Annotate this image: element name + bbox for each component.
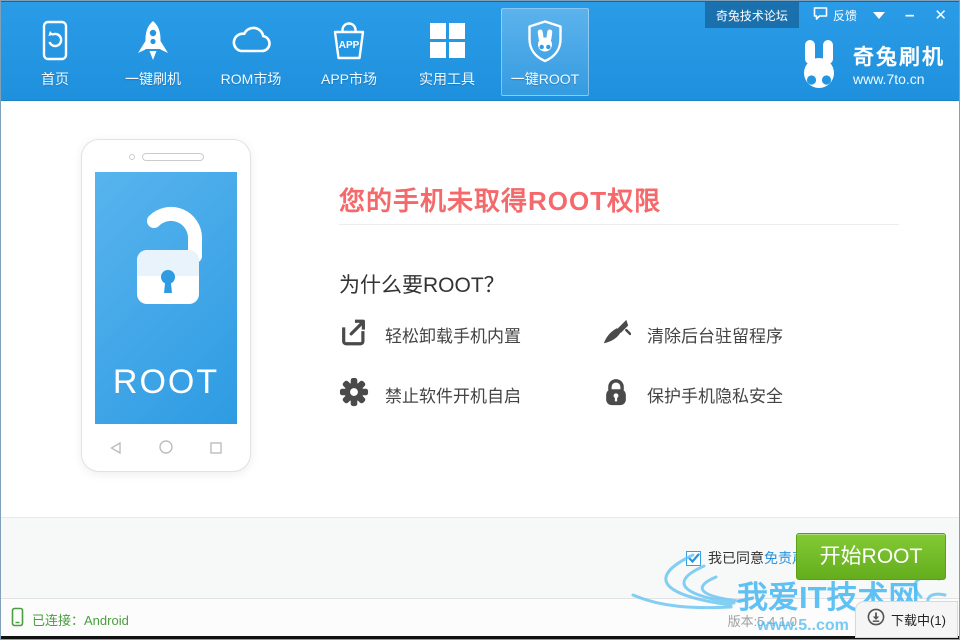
app-bag-icon: APP	[325, 17, 373, 65]
minimize-button[interactable]: –	[905, 10, 914, 20]
download-panel[interactable]: 下载中(1)	[855, 601, 958, 638]
feature-label: 禁止软件开机自启	[385, 382, 521, 407]
brand-url: www.7to.cn	[853, 71, 945, 87]
window-controls: 奇兔技术论坛 反馈 – ✕	[705, 2, 959, 28]
feature-privacy: 保护手机隐私安全	[601, 377, 919, 411]
speech-bubble-icon	[813, 7, 828, 23]
connected-phone-icon	[11, 607, 24, 632]
feature-uninstall: 轻松卸载手机内置	[339, 317, 601, 351]
close-button[interactable]: ✕	[934, 6, 947, 24]
shield-rabbit-icon	[521, 17, 569, 65]
nav-label: 实用工具	[419, 69, 475, 89]
download-icon	[867, 608, 885, 631]
app-window: 首页 一键刷机	[0, 0, 960, 640]
feature-label: 轻松卸载手机内置	[385, 322, 521, 347]
brush-icon	[601, 317, 631, 352]
nav-item-one-key-root[interactable]: 一键ROOT	[501, 8, 589, 96]
phone-screen-root-text: ROOT	[95, 363, 237, 402]
feature-clean: 清除后台驻留程序	[601, 317, 919, 351]
phone-back-icon	[110, 441, 121, 459]
nav-label: 首页	[41, 69, 69, 89]
lock-icon	[601, 377, 631, 412]
feedback-button[interactable]: 反馈	[813, 7, 857, 24]
rocket-icon	[129, 17, 177, 65]
app-bag-badge: APP	[339, 40, 360, 51]
nav-item-tools[interactable]: 实用工具	[403, 8, 491, 96]
version-label: 版本:5.4.1.0	[728, 611, 797, 630]
dropdown-caret-icon[interactable]	[873, 12, 885, 19]
feedback-label: 反馈	[833, 7, 857, 24]
nav-label: 一键ROOT	[511, 69, 579, 89]
feature-label: 清除后台驻留程序	[647, 322, 783, 347]
phone-screen: ROOT	[95, 172, 237, 424]
status-bar: 已连接：Android 版本:5.4.1.0	[1, 598, 959, 638]
tools-grid-icon	[423, 17, 471, 65]
why-root-heading: 为什么要ROOT？	[339, 269, 505, 299]
rabbit-logo-icon	[794, 38, 844, 95]
nav-label: APP市场	[321, 69, 377, 89]
title-divider	[339, 224, 899, 225]
phone-nav-buttons	[82, 440, 250, 459]
uninstall-icon	[339, 317, 369, 352]
gear-icon	[339, 377, 369, 412]
brand-logo: 奇兔刷机 www.7to.cn	[794, 38, 945, 95]
start-root-button[interactable]: 开始ROOT	[796, 533, 946, 580]
unlock-icon	[95, 194, 237, 322]
connection-status: 已连接：Android	[11, 607, 129, 632]
nav-item-app-market[interactable]: APP APP市场	[305, 8, 393, 96]
nav-item-home[interactable]: 首页	[11, 8, 99, 96]
page-title: 您的手机未取得ROOT权限	[339, 181, 661, 218]
main-nav: 首页 一键刷机	[11, 8, 589, 96]
nav-item-rom-market[interactable]: ROM市场	[207, 8, 295, 96]
feature-label: 保护手机隐私安全	[647, 382, 783, 407]
agree-checkbox[interactable]	[686, 551, 701, 566]
phone-home-icon	[159, 440, 173, 459]
phone-speaker	[82, 153, 250, 161]
phone-illustration: ROOT	[81, 139, 251, 472]
feature-list: 轻松卸载手机内置 清除后台驻留程序	[339, 317, 919, 411]
nav-label: ROM市场	[221, 69, 282, 89]
connection-label: 已连接：Android	[32, 610, 129, 629]
brand-name: 奇兔刷机	[853, 46, 945, 70]
feature-autostart: 禁止软件开机自启	[339, 377, 601, 411]
cloud-icon	[227, 17, 275, 65]
nav-item-flash[interactable]: 一键刷机	[109, 8, 197, 96]
forum-link[interactable]: 奇兔技术论坛	[705, 2, 799, 28]
phone-recent-icon	[210, 441, 222, 459]
home-refresh-icon	[31, 17, 79, 65]
header-bar: 首页 一键刷机	[1, 1, 959, 101]
check-icon	[688, 553, 700, 564]
nav-label: 一键刷机	[125, 69, 181, 89]
download-label: 下载中(1)	[891, 610, 946, 629]
window-bottom-edge	[1, 636, 959, 639]
agree-label: 我已同意	[708, 548, 764, 568]
